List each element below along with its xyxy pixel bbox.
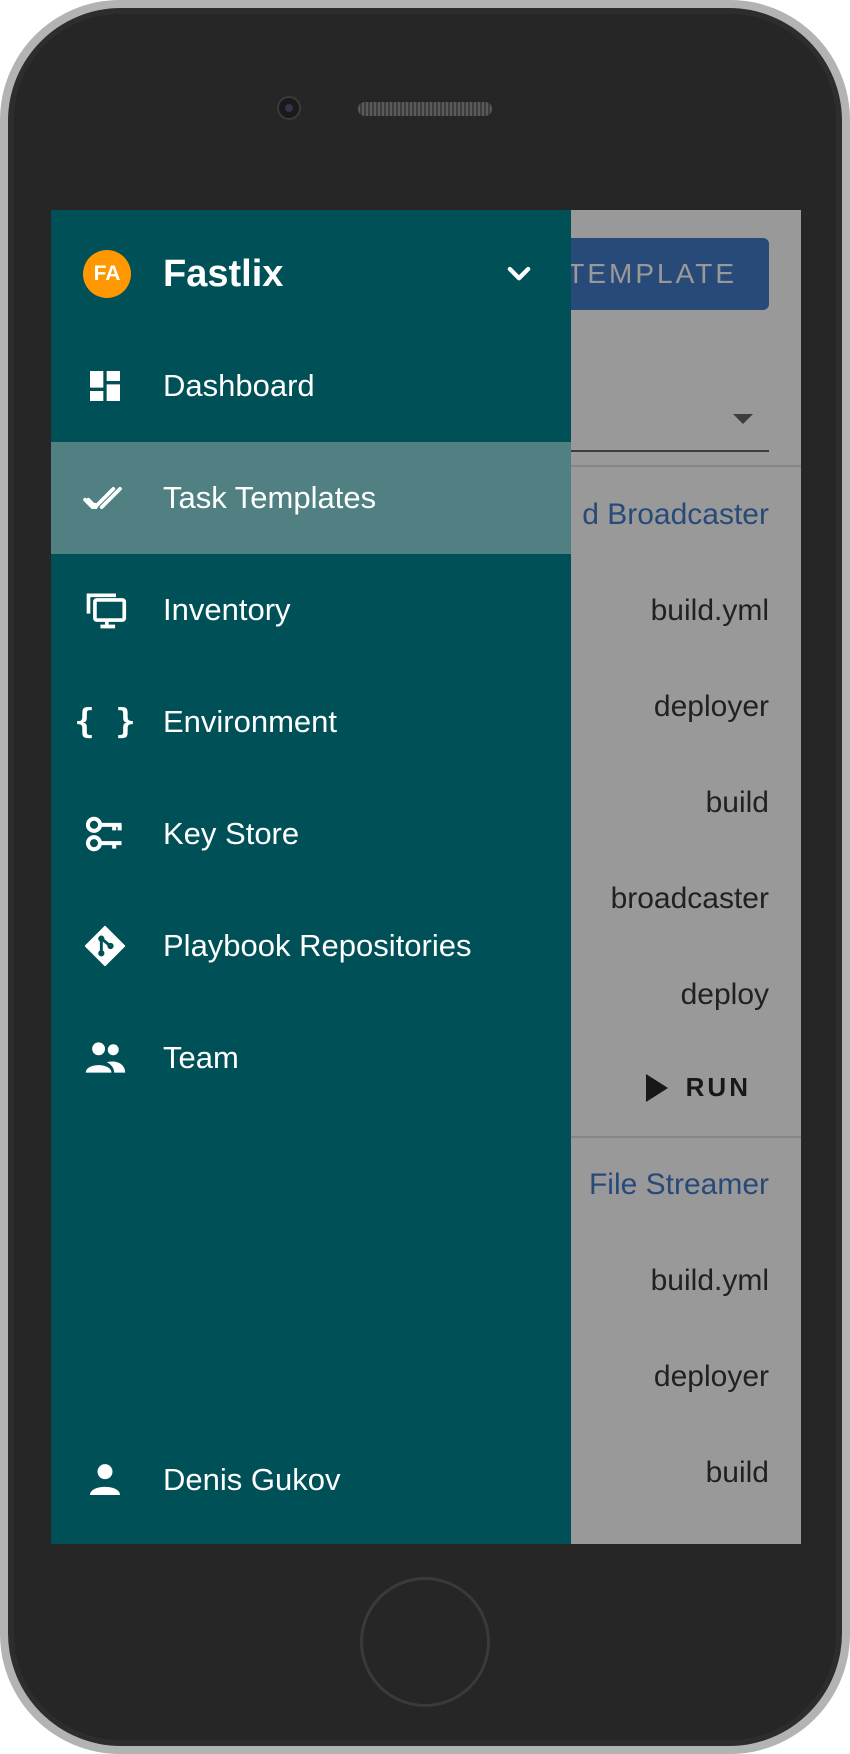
nav-item-dashboard[interactable]: Dashboard xyxy=(51,330,571,442)
user-menu[interactable]: Denis Gukov xyxy=(51,1440,571,1520)
nav-label: Task Templates xyxy=(163,480,377,515)
user-icon xyxy=(81,1460,129,1500)
team-icon xyxy=(81,1038,129,1078)
navigation-drawer: FA Fastlix Dashboard Task Templates Inve… xyxy=(51,210,571,1544)
double-check-icon xyxy=(81,478,129,518)
chevron-down-icon xyxy=(507,266,531,281)
nav-item-inventory[interactable]: Inventory xyxy=(51,554,571,666)
project-avatar: FA xyxy=(83,250,131,298)
nav-item-key-store[interactable]: Key Store xyxy=(51,778,571,890)
nav-item-team[interactable]: Team xyxy=(51,1002,571,1114)
nav-label: Environment xyxy=(163,704,338,739)
phone-frame: TEMPLATE d Broadcaster build.yml deploye… xyxy=(0,0,850,1754)
nav-item-playbook-repositories[interactable]: Playbook Repositories xyxy=(51,890,571,1002)
nav-label: Team xyxy=(163,1040,239,1075)
front-camera xyxy=(277,96,301,120)
user-name: Denis Gukov xyxy=(163,1462,341,1497)
dashboard-icon xyxy=(81,366,129,406)
nav-item-task-templates[interactable]: Task Templates xyxy=(51,442,571,554)
home-button[interactable] xyxy=(360,1577,490,1707)
nav-label: Dashboard xyxy=(163,368,315,403)
monitor-icon xyxy=(81,590,129,630)
nav-label: Playbook Repositories xyxy=(163,928,472,963)
key-icon xyxy=(81,814,129,854)
code-braces-icon: { } xyxy=(74,702,136,742)
nav-label: Inventory xyxy=(163,592,291,627)
app-screen: TEMPLATE d Broadcaster build.yml deploye… xyxy=(51,210,801,1544)
nav-label: Key Store xyxy=(163,816,300,851)
project-switcher[interactable]: FA Fastlix xyxy=(51,210,571,330)
nav-item-environment[interactable]: { } Environment xyxy=(51,666,571,778)
git-icon xyxy=(81,925,129,967)
earpiece-speaker xyxy=(358,102,492,116)
project-name: Fastlix xyxy=(163,253,284,295)
